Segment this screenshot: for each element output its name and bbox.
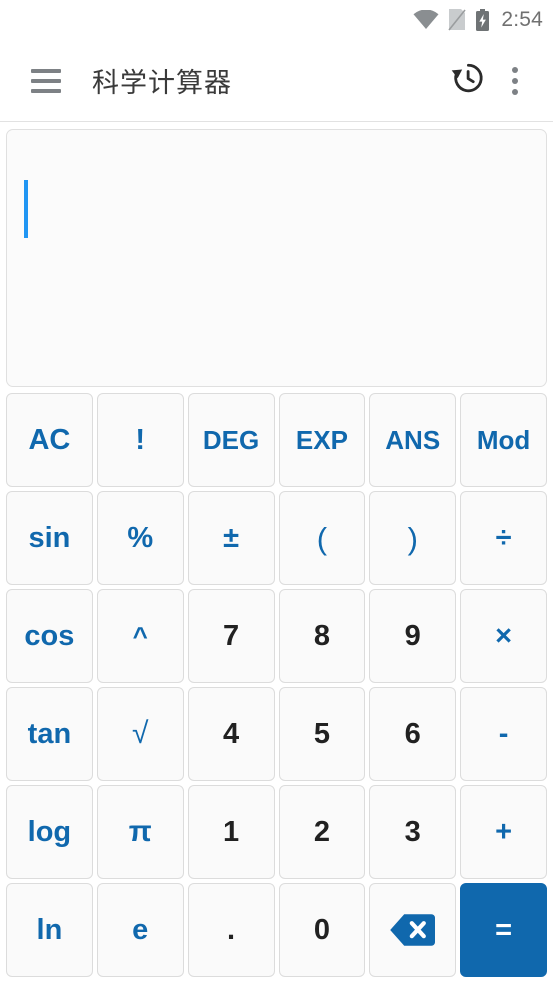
- key-log-label: log: [27, 815, 72, 848]
- key-divide-label: ÷: [495, 521, 512, 554]
- key-0-label: 0: [313, 913, 330, 946]
- text-cursor: [24, 180, 28, 238]
- key-sin-label: sin: [28, 521, 71, 554]
- key-cos[interactable]: cos: [6, 589, 93, 683]
- expression-display[interactable]: [6, 129, 547, 387]
- key-tan[interactable]: tan: [6, 687, 93, 781]
- key-exp-label: EXP: [295, 425, 348, 455]
- key-exp[interactable]: EXP: [278, 393, 366, 487]
- key-percent-label: %: [127, 521, 154, 554]
- key-factorial[interactable]: !: [96, 393, 184, 487]
- key-divide[interactable]: ÷: [460, 491, 547, 585]
- key-7[interactable]: 7: [187, 589, 275, 683]
- key-ac[interactable]: AC: [6, 393, 93, 487]
- history-button[interactable]: [443, 57, 491, 105]
- key-8[interactable]: 8: [278, 589, 366, 683]
- key-minus[interactable]: -: [460, 687, 547, 781]
- key-plus-minus[interactable]: ±: [187, 491, 275, 585]
- backspace-glyph: [389, 914, 435, 946]
- key-mod[interactable]: Mod: [460, 393, 547, 487]
- key-multiply[interactable]: ×: [460, 589, 547, 683]
- key-close-paren-label: ): [407, 520, 418, 556]
- key-equals-label: =: [495, 913, 513, 946]
- key-mod-label: Mod: [476, 425, 531, 455]
- key-e[interactable]: e: [96, 883, 184, 977]
- key-8-label: 8: [313, 619, 330, 652]
- key-open-paren[interactable]: (: [278, 491, 366, 585]
- key-factorial-label: !: [135, 423, 146, 456]
- hamburger-menu-icon: [31, 68, 61, 93]
- key-5-label: 5: [313, 717, 330, 750]
- keypad: AC! DEG EXP ANS Mod sin% ± () ÷ cos ^ 7 8 9 × tan √ 4 5 6 - l…: [6, 393, 547, 977]
- key-percent[interactable]: %: [96, 491, 184, 585]
- history-icon: [450, 61, 484, 100]
- key-7-label: 7: [223, 619, 240, 652]
- overflow-menu-button[interactable]: [491, 57, 539, 105]
- key-plus[interactable]: +: [460, 785, 547, 879]
- key-3[interactable]: 3: [369, 785, 457, 879]
- key-power[interactable]: ^: [96, 589, 184, 683]
- key-ln[interactable]: ln: [6, 883, 93, 977]
- key-close-paren[interactable]: ): [369, 491, 457, 585]
- calculator-body: AC! DEG EXP ANS Mod sin% ± () ÷ cos ^ 7 8 9 × tan √ 4 5 6 - l…: [0, 122, 553, 982]
- overflow-menu-icon: [512, 66, 518, 95]
- key-ac-label: AC: [28, 423, 71, 456]
- key-ln-label: ln: [36, 913, 63, 946]
- key-sin[interactable]: sin: [6, 491, 93, 585]
- key-2[interactable]: 2: [278, 785, 366, 879]
- key-9-label: 9: [404, 619, 421, 652]
- key-power-label: ^: [132, 621, 148, 651]
- key-decimal[interactable]: .: [187, 883, 275, 977]
- battery-charging-icon: [475, 8, 490, 32]
- key-cos-label: cos: [24, 619, 75, 652]
- key-5[interactable]: 5: [278, 687, 366, 781]
- key-6[interactable]: 6: [369, 687, 457, 781]
- expression-text: [19, 144, 534, 145]
- hamburger-menu-button[interactable]: [22, 57, 70, 105]
- key-plus-label: +: [495, 815, 513, 848]
- key-pi-label: π: [128, 815, 152, 848]
- key-open-paren-label: (: [316, 520, 328, 556]
- key-9[interactable]: 9: [369, 589, 457, 683]
- key-plus-minus-label: ±: [223, 521, 240, 554]
- no-sim-icon: [448, 9, 466, 31]
- status-bar: 2:54: [0, 0, 553, 40]
- key-ans[interactable]: ANS: [369, 393, 457, 487]
- key-equals[interactable]: =: [460, 883, 547, 977]
- key-sqrt-label: √: [132, 717, 149, 750]
- key-e-label: e: [132, 913, 149, 946]
- key-0[interactable]: 0: [278, 883, 366, 977]
- key-ans-label: ANS: [385, 425, 441, 455]
- key-log[interactable]: log: [6, 785, 93, 879]
- key-4[interactable]: 4: [187, 687, 275, 781]
- key-1[interactable]: 1: [187, 785, 275, 879]
- key-decimal-label: .: [227, 913, 236, 946]
- key-1-label: 1: [223, 815, 240, 848]
- key-multiply-label: ×: [495, 619, 513, 652]
- wifi-icon: [413, 10, 439, 30]
- key-2-label: 2: [313, 815, 330, 848]
- app-bar: 科学计算器: [0, 40, 553, 122]
- key-minus-label: -: [498, 717, 509, 750]
- key-sqrt[interactable]: √: [96, 687, 184, 781]
- key-tan-label: tan: [27, 717, 72, 750]
- page-title: 科学计算器: [92, 68, 232, 98]
- key-pi[interactable]: π: [96, 785, 184, 879]
- key-deg[interactable]: DEG: [187, 393, 275, 487]
- key-deg-label: DEG: [202, 425, 260, 455]
- status-time: 2:54: [501, 8, 543, 31]
- key-backspace[interactable]: [369, 883, 457, 977]
- key-4-label: 4: [223, 717, 240, 750]
- key-3-label: 3: [404, 815, 421, 848]
- key-6-label: 6: [404, 717, 421, 750]
